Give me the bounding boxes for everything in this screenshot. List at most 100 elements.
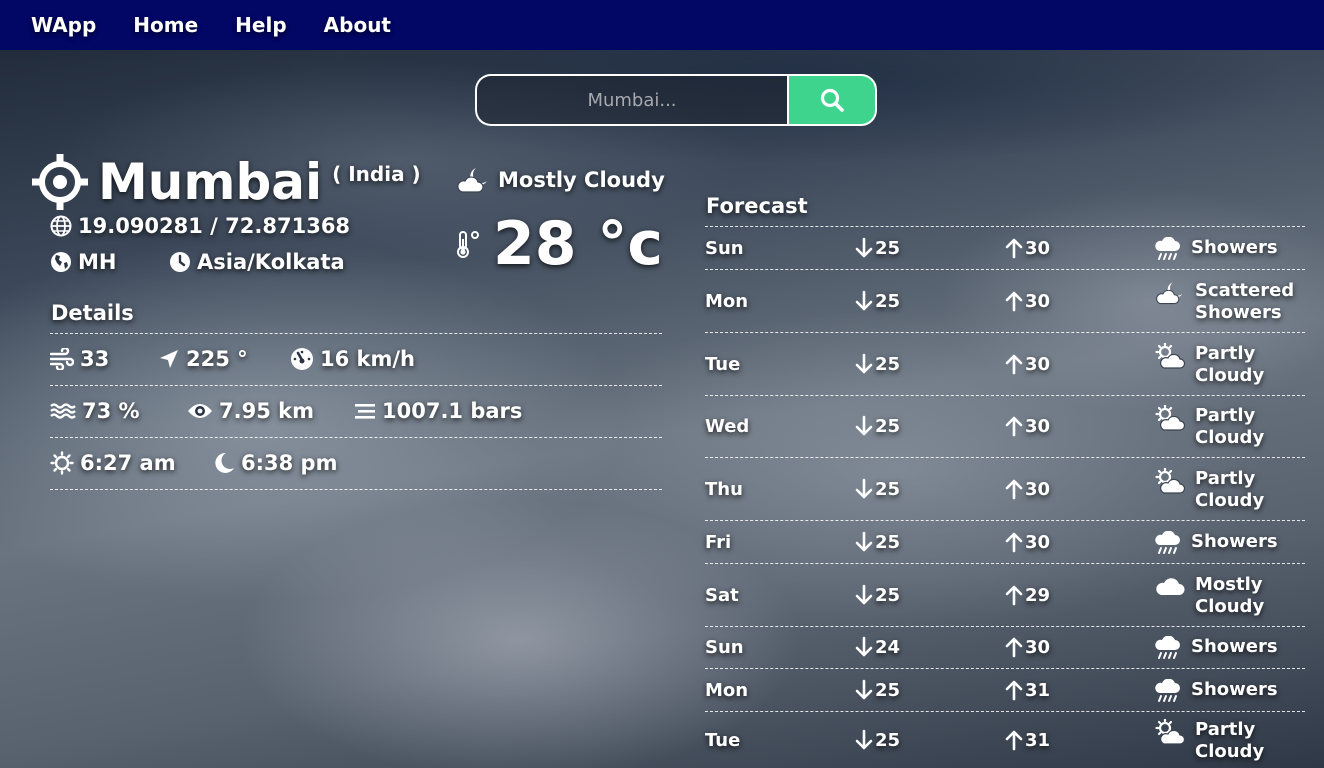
forecast-high: 30	[1005, 237, 1050, 259]
wind-direction-value: 225 °	[186, 347, 248, 371]
forecast-condition: Mostly Cloudy	[1155, 574, 1305, 618]
forecast-low: 25	[855, 415, 900, 437]
forecast-low-value: 25	[875, 531, 901, 553]
forecast-day: Sat	[705, 585, 739, 606]
timezone-line: Asia/Kolkata	[169, 250, 345, 274]
forecast-low-value: 24	[875, 636, 901, 658]
forecast-condition-text: Partly Cloudy	[1195, 405, 1265, 448]
cloud-icon	[1155, 574, 1190, 603]
forecast-condition-text: Partly Cloudy	[1195, 343, 1265, 386]
forecast-row: Mon 25 31 Showers	[705, 668, 1305, 711]
nav-home[interactable]: Home	[133, 13, 198, 37]
moon-icon	[215, 452, 234, 473]
nav-help[interactable]: Help	[235, 13, 286, 37]
nav-brand[interactable]: WApp	[31, 13, 96, 37]
forecast-condition: Partly Cloudy	[1155, 404, 1305, 449]
arrow-down-icon	[855, 531, 873, 552]
arrow-up-icon	[1005, 532, 1023, 553]
forecast-condition-text: Showers	[1191, 679, 1278, 700]
forecast-low: 25	[855, 237, 900, 259]
forecast-high-value: 30	[1025, 636, 1051, 658]
divider	[50, 489, 662, 490]
arrow-up-icon	[1005, 291, 1023, 312]
forecast-high-value: 30	[1025, 531, 1051, 553]
forecast-low: 24	[855, 636, 900, 658]
pressure: 1007.1 bars	[354, 399, 522, 423]
humidity: 73 %	[50, 399, 140, 423]
forecast-high: 29	[1005, 584, 1050, 606]
arrow-up-icon	[1005, 585, 1023, 606]
search-button[interactable]	[787, 74, 877, 126]
showers-icon	[1155, 678, 1186, 708]
forecast-day: Wed	[705, 416, 750, 437]
city-header: Mumbai ( India )	[30, 152, 421, 212]
forecast-condition: Partly Cloudy	[1155, 718, 1305, 763]
wind-speed: 16 km/h	[290, 347, 415, 371]
forecast-condition: Scattered Showers	[1155, 280, 1305, 324]
forecast-low: 25	[855, 353, 900, 375]
sunset: 6:38 pm	[213, 451, 337, 475]
divider	[50, 437, 662, 438]
arrow-down-icon	[855, 353, 873, 374]
arrow-down-icon	[855, 415, 873, 436]
forecast-low: 25	[855, 531, 900, 553]
forecast-condition-text: Showers	[1191, 531, 1278, 552]
location-crosshair-icon	[32, 154, 88, 210]
forecast-condition-text: Showers	[1191, 636, 1278, 657]
forecast-high-value: 29	[1025, 584, 1051, 606]
arrow-down-icon	[855, 290, 873, 311]
arrow-up-icon	[1005, 354, 1023, 375]
forecast-high-value: 30	[1025, 415, 1051, 437]
forecast-high-value: 30	[1025, 237, 1051, 259]
forecast-condition-text: Partly Cloudy	[1195, 468, 1265, 511]
forecast-day: Fri	[705, 532, 732, 553]
region-line: MH	[50, 250, 116, 274]
coordinates: 19.090281 / 72.871368	[78, 214, 351, 238]
city-name: Mumbai	[98, 153, 323, 211]
forecast-condition: Showers	[1155, 236, 1301, 266]
arrow-down-icon	[855, 478, 873, 499]
sunrise-value: 6:27 am	[80, 451, 176, 475]
wind-speed-value: 16 km/h	[320, 347, 416, 371]
forecast-high: 30	[1005, 636, 1050, 658]
forecast-low-value: 25	[875, 478, 901, 500]
forecast-day: Mon	[705, 291, 749, 312]
forecast-day: Sun	[705, 637, 744, 658]
forecast-row: Sun 25 30 Showers	[705, 226, 1305, 269]
eye-icon	[188, 404, 212, 418]
forecast-day: Mon	[705, 680, 749, 701]
forecast-high: 30	[1005, 478, 1050, 500]
forecast-high-value: 30	[1025, 478, 1051, 500]
forecast-title: Forecast	[706, 194, 808, 218]
forecast-row: Fri 25 30 Showers	[705, 520, 1305, 563]
country-name: ( India )	[332, 162, 421, 186]
nav-about[interactable]: About	[324, 13, 391, 37]
direction-arrow-icon	[160, 350, 178, 368]
wind-direction: 225 °	[158, 347, 248, 371]
current-temperature: 28 °c	[455, 208, 663, 280]
forecast-row: Wed 25 30 Partly Cloudy	[705, 395, 1305, 457]
forecast-low-value: 25	[875, 584, 901, 606]
search-bar	[475, 74, 877, 126]
forecast-low-value: 25	[875, 237, 901, 259]
sun-cloud-icon	[1155, 404, 1190, 436]
arrow-down-icon	[855, 584, 873, 605]
forecast-high: 30	[1005, 415, 1050, 437]
arrow-down-icon	[855, 237, 873, 258]
forecast-low: 25	[855, 679, 900, 701]
forecast-high: 30	[1005, 531, 1050, 553]
forecast-condition-text: Scattered Showers	[1195, 280, 1295, 323]
forecast-day: Thu	[705, 479, 743, 500]
forecast-high-value: 30	[1025, 290, 1051, 312]
pressure-value: 1007.1 bars	[382, 399, 523, 423]
forecast-low: 25	[855, 478, 900, 500]
arrow-down-icon	[855, 729, 873, 750]
forecast-high-value: 30	[1025, 353, 1051, 375]
forecast-high: 30	[1005, 353, 1050, 375]
forecast-condition: Showers	[1155, 635, 1301, 665]
coordinates-line: 19.090281 / 72.871368	[50, 214, 350, 238]
forecast-low: 25	[855, 290, 900, 312]
forecast-high-value: 31	[1025, 679, 1051, 701]
showers-icon	[1155, 236, 1186, 266]
search-input[interactable]	[475, 74, 787, 126]
